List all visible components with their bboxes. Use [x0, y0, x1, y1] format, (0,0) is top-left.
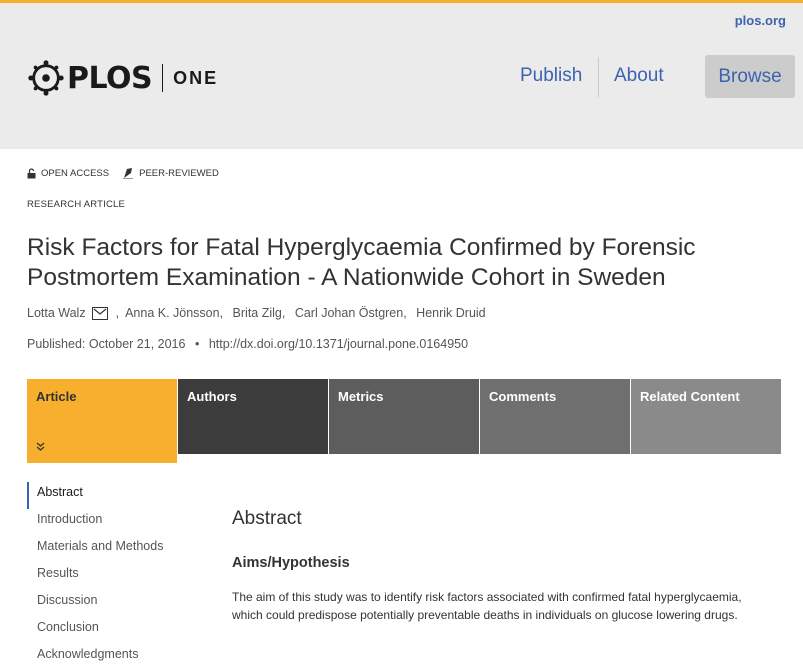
peer-review-icon: [123, 168, 134, 179]
toc-item-abstract[interactable]: Abstract: [27, 482, 207, 509]
open-access-badge[interactable]: OPEN ACCESS: [27, 168, 109, 179]
tab-comments[interactable]: Comments: [480, 379, 630, 454]
nav-browse-label: Browse: [718, 65, 782, 87]
author-list: Lotta Walz , Anna K. Jönsson , Brita Zil…: [27, 306, 486, 320]
nav-divider: [598, 57, 599, 97]
doi-link[interactable]: http://dx.doi.org/10.1371/journal.pone.0…: [209, 337, 468, 351]
author-separator: ,: [115, 306, 120, 320]
tab-metrics[interactable]: Metrics: [329, 379, 479, 454]
plos-org-link[interactable]: plos.org: [735, 13, 786, 28]
unlock-icon: [27, 167, 36, 178]
tab-label: Related Content: [640, 389, 740, 404]
plos-logo-icon: [28, 60, 64, 96]
separator-dot: •: [194, 337, 200, 351]
author-name[interactable]: Henrik Druid: [416, 306, 485, 320]
nav-publish[interactable]: Publish: [520, 65, 582, 87]
toc-item-results[interactable]: Results: [27, 563, 207, 590]
published-date: October 21, 2016: [88, 337, 186, 351]
article-body: Abstract Aims/Hypothesis The aim of this…: [232, 508, 772, 624]
author-separator: ,: [281, 306, 289, 320]
tab-related-content[interactable]: Related Content: [631, 379, 781, 454]
article-type: RESEARCH ARTICLE: [27, 199, 126, 210]
abstract-paragraph: The aim of this study was to identify ri…: [232, 590, 742, 622]
mail-icon[interactable]: [91, 306, 108, 320]
peer-reviewed-badge[interactable]: PEER-REVIEWED: [123, 167, 219, 179]
toc-item-introduction[interactable]: Introduction: [27, 509, 207, 536]
site-header: plos.org PLOS ONE Publish About Browse: [0, 3, 803, 149]
author-name[interactable]: Brita Zilg: [233, 306, 282, 320]
author-separator: ,: [219, 306, 227, 320]
tab-label: Article: [36, 389, 77, 404]
article-title: Risk Factors for Fatal Hyperglycaemia Co…: [27, 234, 696, 291]
article-badges: OPEN ACCESS PEER-REVIEWED: [27, 167, 233, 179]
nav-browse[interactable]: Browse: [705, 55, 795, 98]
tab-label: Comments: [489, 389, 557, 404]
section-heading: Abstract: [232, 508, 302, 529]
author-separator: ,: [403, 306, 411, 320]
publication-info: Published: October 21, 2016 • http://dx.…: [27, 337, 468, 351]
toc-item-conclusion[interactable]: Conclusion: [27, 617, 207, 644]
article-tabs: Article Authors Metrics Comments Related…: [27, 379, 781, 463]
toc-item-discussion[interactable]: Discussion: [27, 590, 207, 617]
open-access-label: OPEN ACCESS: [41, 167, 110, 179]
toc-item-materials-methods[interactable]: Materials and Methods: [27, 536, 207, 563]
author-name[interactable]: Lotta Walz: [27, 306, 86, 320]
tab-label: Authors: [187, 389, 237, 404]
peer-reviewed-label: PEER-REVIEWED: [139, 167, 219, 179]
author-name[interactable]: Carl Johan Östgren: [295, 306, 403, 320]
published-label: Published:: [27, 337, 86, 351]
chevron-down-double-icon: [36, 442, 45, 453]
table-of-contents: Abstract Introduction Materials and Meth…: [27, 482, 207, 671]
nav-about[interactable]: About: [614, 65, 664, 87]
tab-article[interactable]: Article: [27, 379, 177, 463]
tab-authors[interactable]: Authors: [178, 379, 328, 454]
subsection-heading: Aims/Hypothesis: [232, 555, 350, 571]
logo-plos-text: PLOS: [67, 60, 153, 96]
logo-divider: [162, 64, 164, 92]
author-name[interactable]: Anna K. Jönsson: [125, 306, 220, 320]
tab-label: Metrics: [338, 389, 384, 404]
logo-journal-text: ONE: [173, 67, 219, 88]
plos-one-logo[interactable]: PLOS ONE: [27, 58, 218, 98]
